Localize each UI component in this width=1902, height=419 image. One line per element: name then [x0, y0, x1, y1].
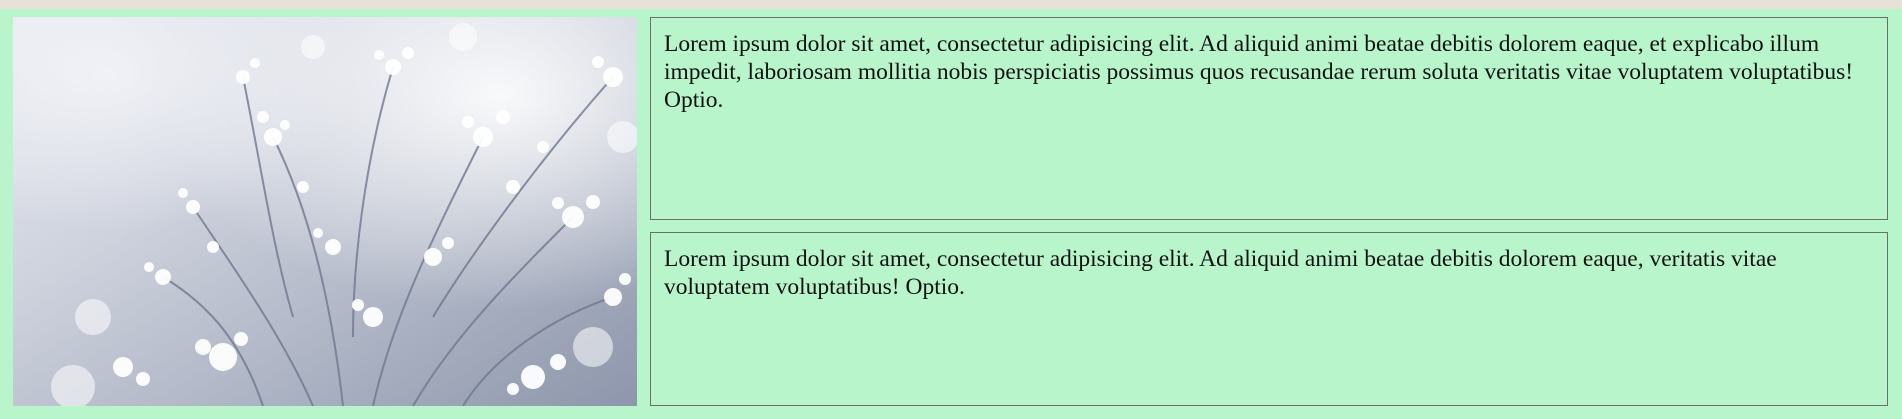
card-2-text: Lorem ipsum dolor sit amet, consectetur …: [664, 246, 1777, 300]
wildflowers-illustration: [13, 17, 637, 406]
wildflowers-image: [13, 17, 637, 406]
text-card-1: Lorem ipsum dolor sit amet, consectetur …: [650, 17, 1888, 220]
card-1-text: Lorem ipsum dolor sit amet, consectetur …: [664, 31, 1854, 113]
top-strip: [0, 0, 1902, 9]
text-card-2: Lorem ipsum dolor sit amet, consectetur …: [650, 232, 1888, 406]
content-row: Lorem ipsum dolor sit amet, consectetur …: [0, 9, 1902, 419]
